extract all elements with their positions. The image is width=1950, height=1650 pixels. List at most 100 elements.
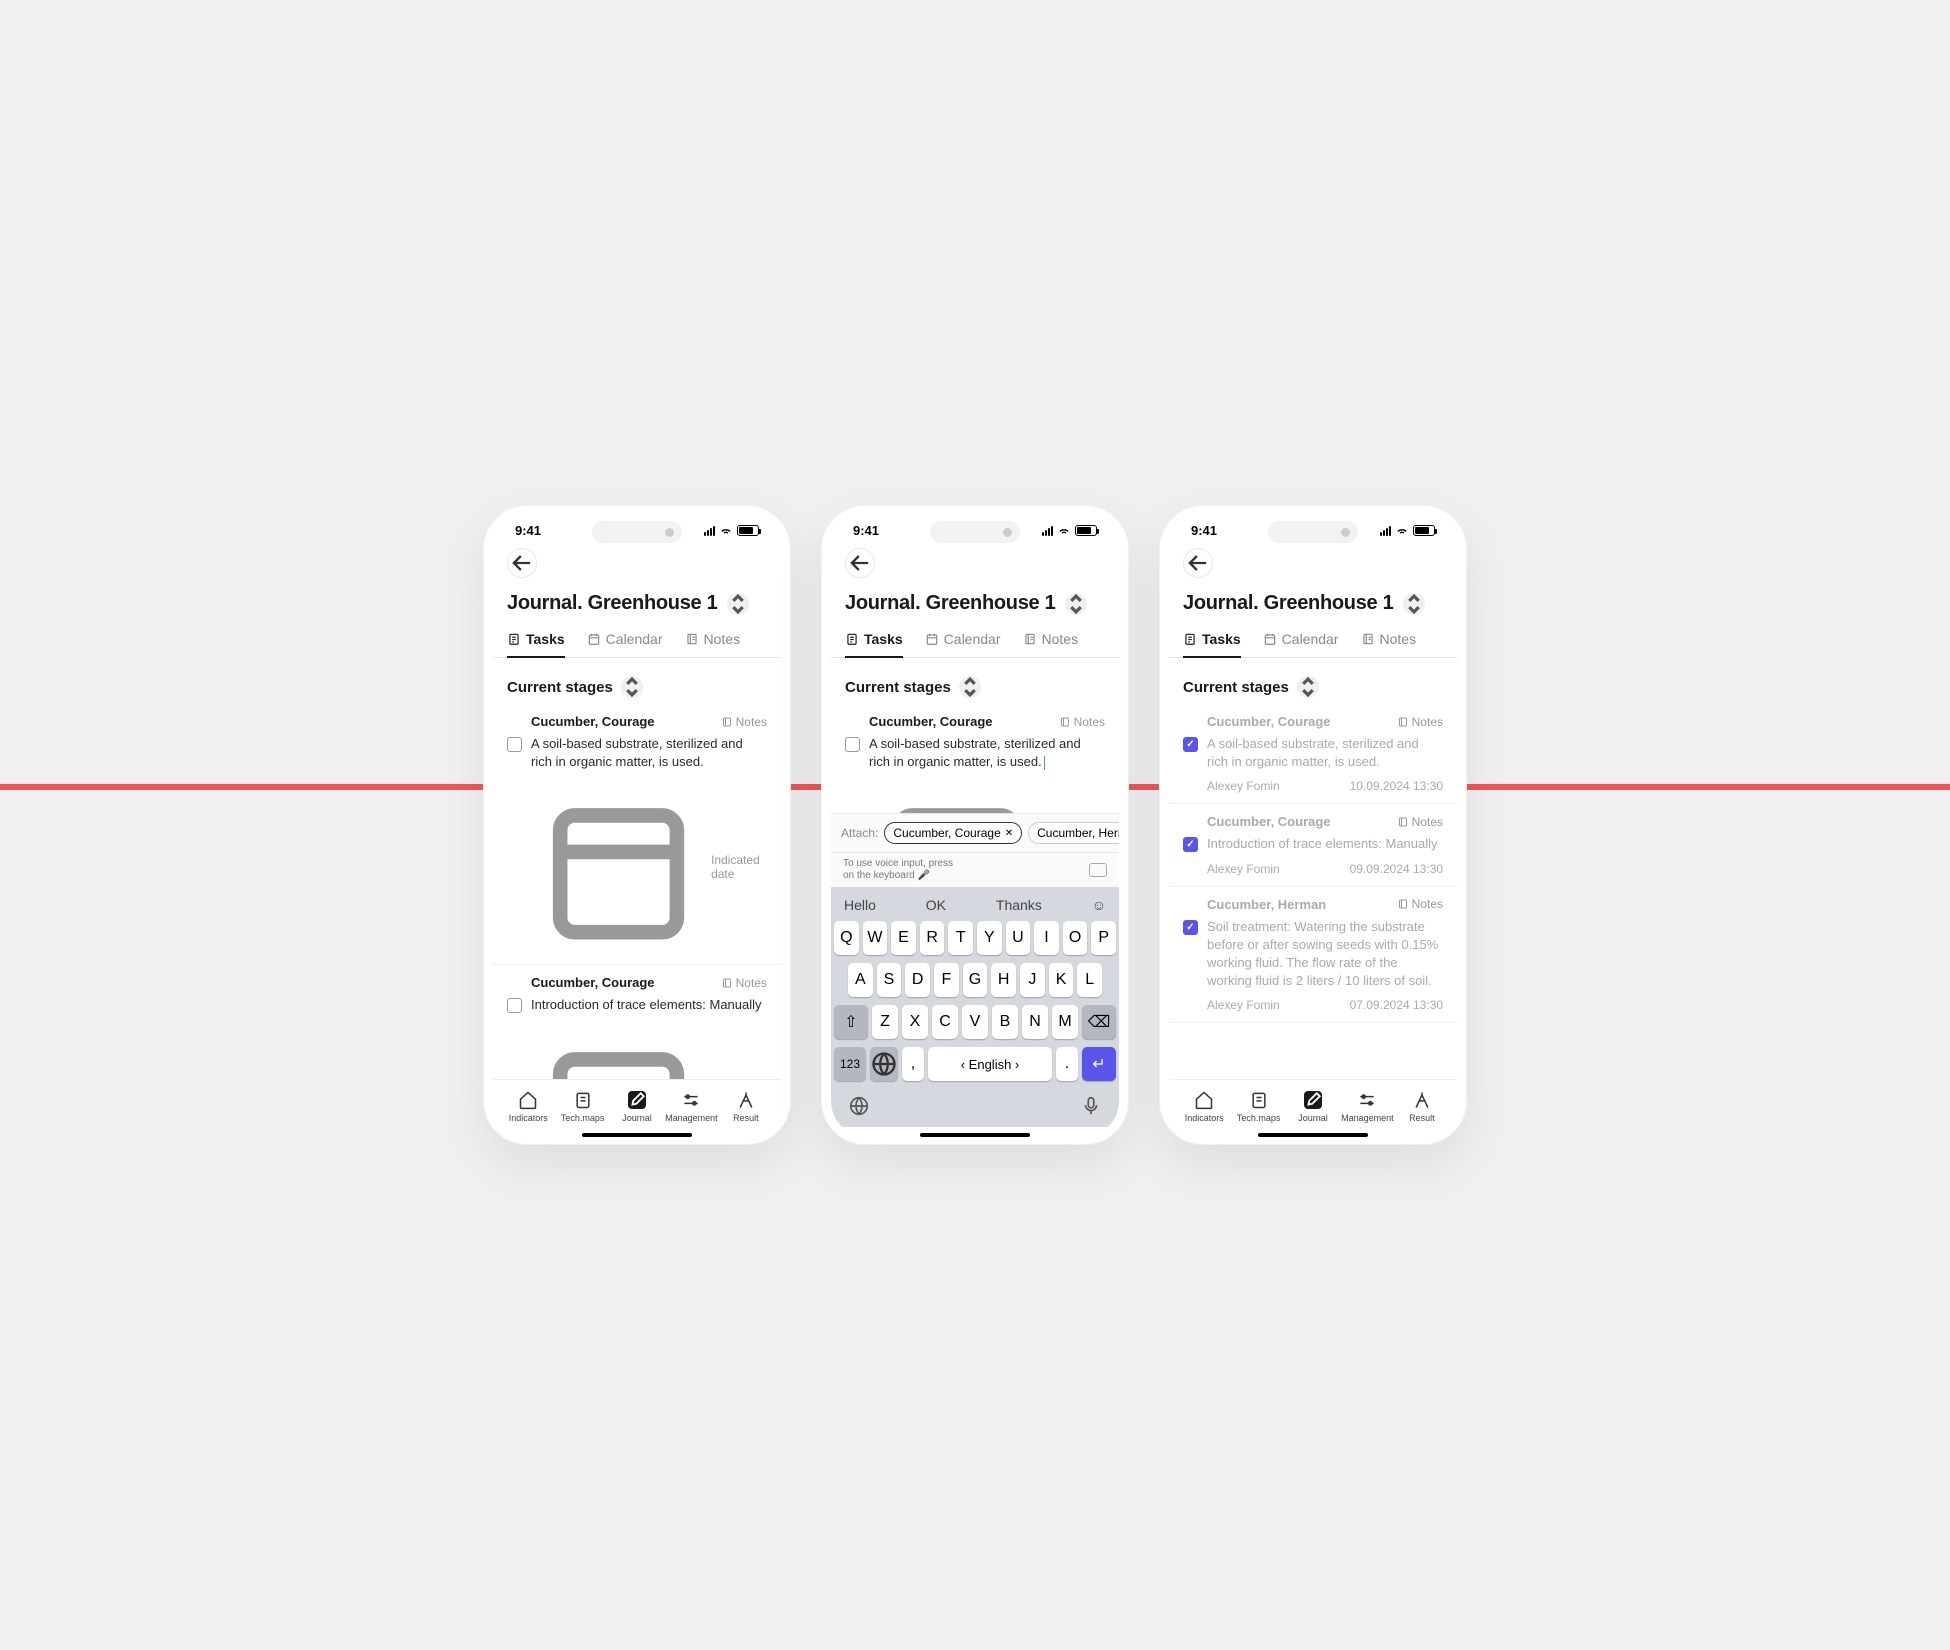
task-checkbox-checked[interactable] bbox=[1183, 920, 1198, 935]
task-list[interactable]: Cucumber, CourageNotes A soil-based subs… bbox=[1169, 704, 1457, 1079]
nav-management[interactable]: Management bbox=[664, 1090, 718, 1123]
task-list[interactable]: Cucumber, CourageNotes A soil-based subs… bbox=[493, 704, 781, 1079]
letter-key[interactable]: H bbox=[991, 963, 1016, 997]
back-button[interactable] bbox=[507, 548, 537, 578]
title-selector-icon[interactable] bbox=[1065, 593, 1087, 615]
letter-key[interactable]: W bbox=[863, 921, 888, 955]
letter-key[interactable]: L bbox=[1077, 963, 1102, 997]
tab-calendar[interactable]: Calendar bbox=[587, 623, 663, 657]
tab-calendar[interactable]: Calendar bbox=[925, 623, 1001, 657]
nav-journal[interactable]: Journal bbox=[1286, 1090, 1340, 1123]
nav-techmaps[interactable]: Tech.maps bbox=[1231, 1090, 1285, 1123]
tab-notes[interactable]: Notes bbox=[685, 623, 741, 657]
task-notes-link[interactable]: Notes bbox=[721, 976, 767, 990]
calendar-icon bbox=[587, 632, 601, 646]
notch bbox=[930, 521, 1020, 543]
period-key[interactable]: . bbox=[1056, 1047, 1078, 1081]
back-button[interactable] bbox=[845, 548, 875, 578]
task-notes-link[interactable]: Notes bbox=[1397, 897, 1443, 911]
letter-key[interactable]: R bbox=[920, 921, 945, 955]
keyboard-toggle-icon[interactable] bbox=[1089, 863, 1107, 877]
globe-key[interactable] bbox=[870, 1047, 898, 1081]
letter-key[interactable]: P bbox=[1091, 921, 1116, 955]
shift-key[interactable]: ⇧ bbox=[834, 1005, 868, 1039]
suggestion[interactable]: OK bbox=[926, 897, 946, 913]
section-title: Current stages bbox=[1183, 679, 1289, 696]
letter-key[interactable]: U bbox=[1006, 921, 1031, 955]
letter-key[interactable]: Q bbox=[834, 921, 859, 955]
emoji-icon[interactable]: ☺ bbox=[1092, 897, 1106, 913]
letter-key[interactable]: D bbox=[905, 963, 930, 997]
letter-key[interactable]: F bbox=[934, 963, 959, 997]
task-notes-link[interactable]: Notes bbox=[721, 715, 767, 729]
task-description-input[interactable]: A soil-based substrate, sterilized and r… bbox=[869, 735, 1105, 771]
status-icons bbox=[1380, 524, 1435, 538]
nav-result[interactable]: Result bbox=[719, 1090, 773, 1123]
tab-tasks[interactable]: Tasks bbox=[845, 623, 903, 657]
letter-key[interactable]: M bbox=[1052, 1005, 1078, 1039]
suggestion[interactable]: Thanks bbox=[996, 897, 1042, 913]
back-button[interactable] bbox=[1183, 548, 1213, 578]
letter-key[interactable]: E bbox=[891, 921, 916, 955]
nav-techmaps[interactable]: Tech.maps bbox=[555, 1090, 609, 1123]
status-bar: 9:41 bbox=[1169, 515, 1457, 540]
suggestion[interactable]: Hello bbox=[844, 897, 876, 913]
phone-mockup-1: 9:41 Journal. Greenhouse 1 Tasks Calenda… bbox=[483, 505, 791, 1145]
letter-key[interactable]: S bbox=[877, 963, 902, 997]
letter-key[interactable]: B bbox=[992, 1005, 1018, 1039]
nav-management[interactable]: Management bbox=[1340, 1090, 1394, 1123]
page-title: Journal. Greenhouse 1 bbox=[507, 592, 717, 615]
battery-icon bbox=[1075, 525, 1097, 536]
section-selector-icon[interactable] bbox=[959, 676, 981, 698]
nav-indicators[interactable]: Indicators bbox=[501, 1090, 555, 1123]
task-checkbox-checked[interactable] bbox=[1183, 837, 1198, 852]
tabs: Tasks Calendar Notes bbox=[1169, 623, 1457, 658]
task-notes-link[interactable]: Notes bbox=[1397, 715, 1443, 729]
numeric-key[interactable]: 123 bbox=[834, 1047, 866, 1081]
backspace-key[interactable]: ⌫ bbox=[1082, 1005, 1116, 1039]
attach-chip-selected[interactable]: Cucumber, Courage✕ bbox=[884, 822, 1022, 844]
space-key[interactable]: ‹ English › bbox=[928, 1047, 1052, 1081]
tab-calendar[interactable]: Calendar bbox=[1263, 623, 1339, 657]
attach-chip[interactable]: Cucumber, Herman bbox=[1028, 822, 1119, 844]
letter-key[interactable]: V bbox=[962, 1005, 988, 1039]
letter-key[interactable]: T bbox=[948, 921, 973, 955]
letter-key[interactable]: G bbox=[963, 963, 988, 997]
section-selector-icon[interactable] bbox=[621, 676, 643, 698]
nav-journal[interactable]: Journal bbox=[610, 1090, 664, 1123]
task-notes-link[interactable]: Notes bbox=[1397, 815, 1443, 829]
tab-tasks[interactable]: Tasks bbox=[507, 623, 565, 657]
comma-key[interactable]: , bbox=[902, 1047, 924, 1081]
nav-indicators[interactable]: Indicators bbox=[1177, 1090, 1231, 1123]
tab-notes[interactable]: Notes bbox=[1361, 623, 1417, 657]
section-selector-icon[interactable] bbox=[1297, 676, 1319, 698]
title-selector-icon[interactable] bbox=[727, 593, 749, 615]
keyboard-hint: To use voice input, press on the keyboar… bbox=[831, 853, 1119, 887]
task-checkbox[interactable] bbox=[507, 998, 522, 1013]
tab-tasks[interactable]: Tasks bbox=[1183, 623, 1241, 657]
letter-key[interactable]: Z bbox=[872, 1005, 898, 1039]
home-indicator bbox=[1258, 1133, 1368, 1137]
sliders-icon bbox=[681, 1090, 701, 1110]
letter-key[interactable]: X bbox=[902, 1005, 928, 1039]
enter-key[interactable]: ↵ bbox=[1082, 1047, 1116, 1081]
task-checkbox[interactable] bbox=[507, 737, 522, 752]
globe-icon[interactable] bbox=[848, 1095, 870, 1117]
mic-icon[interactable] bbox=[1080, 1095, 1102, 1117]
nav-result[interactable]: Result bbox=[1395, 1090, 1449, 1123]
task-checkbox-checked[interactable] bbox=[1183, 737, 1198, 752]
letter-key[interactable]: O bbox=[1063, 921, 1088, 955]
letter-key[interactable]: J bbox=[1020, 963, 1045, 997]
task-checkbox[interactable] bbox=[845, 737, 860, 752]
letter-key[interactable]: Y bbox=[977, 921, 1002, 955]
letter-key[interactable]: C bbox=[932, 1005, 958, 1039]
chip-remove-icon[interactable]: ✕ bbox=[1005, 828, 1013, 839]
task-notes-link[interactable]: Notes bbox=[1059, 715, 1105, 729]
letter-key[interactable]: K bbox=[1049, 963, 1074, 997]
letter-key[interactable]: I bbox=[1034, 921, 1059, 955]
letter-key[interactable]: A bbox=[848, 963, 873, 997]
tab-notes[interactable]: Notes bbox=[1023, 623, 1079, 657]
task-list[interactable]: Cucumber, CourageNotes A soil-based subs… bbox=[831, 704, 1119, 813]
letter-key[interactable]: N bbox=[1022, 1005, 1048, 1039]
title-selector-icon[interactable] bbox=[1403, 593, 1425, 615]
